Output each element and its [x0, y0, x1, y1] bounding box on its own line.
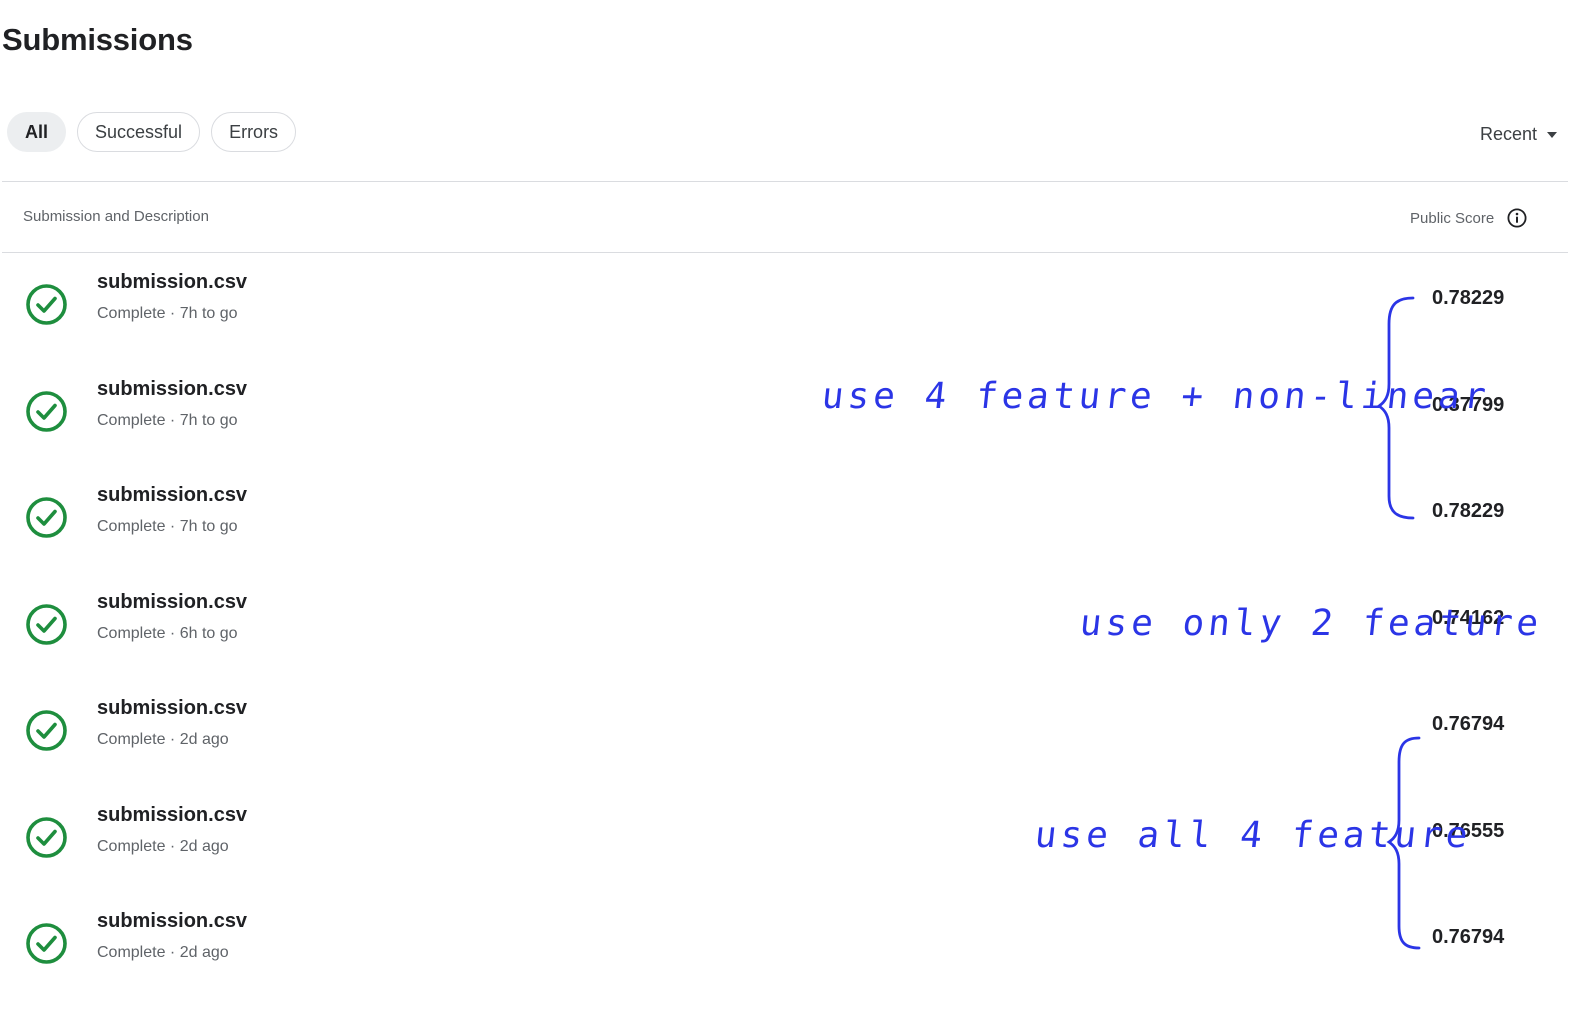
check-circle-icon [25, 390, 68, 433]
submission-file-name[interactable]: submission.csv [97, 484, 247, 507]
public-score: 0.78229 [1432, 287, 1505, 309]
check-circle-icon [25, 496, 68, 539]
info-icon[interactable] [1507, 208, 1527, 228]
public-score: 0.76794 [1432, 926, 1505, 948]
column-header-public-score-label: Public Score [1410, 209, 1495, 227]
page-title: Submissions [2, 22, 193, 57]
submission-file-name[interactable]: submission.csv [97, 378, 247, 401]
submission-row[interactable]: submission.csv Complete · 2d ago 0.76794 [0, 910, 1584, 1028]
filter-all-chip[interactable]: All [7, 112, 67, 152]
check-circle-icon [25, 283, 68, 326]
column-header-public-score: Public Score [1410, 208, 1527, 228]
submission-file-name[interactable]: submission.csv [97, 910, 247, 933]
public-score: 0.76794 [1432, 713, 1505, 735]
curly-brace-mark [1386, 736, 1421, 950]
filter-successful-chip[interactable]: Successful [77, 112, 201, 152]
submission-status: Complete · 6h to go [97, 624, 238, 642]
handwritten-annotation: use only 2 feature [1077, 603, 1545, 644]
submission-file-name[interactable]: submission.csv [97, 804, 247, 827]
divider [2, 181, 1568, 182]
submission-status: Complete · 7h to go [97, 518, 238, 535]
check-circle-icon [25, 922, 68, 965]
submission-status: Complete · 2d ago [97, 944, 229, 961]
filter-errors-chip[interactable]: Errors [211, 112, 297, 152]
sort-dropdown[interactable]: Recent [1480, 124, 1558, 145]
divider [2, 252, 1568, 253]
submission-status: Complete · 7h to go [97, 305, 238, 322]
filter-tabs: All Successful Errors [7, 112, 297, 152]
column-header-submission: Submission and Description [23, 208, 209, 225]
submission-row[interactable]: submission.csv Complete · 7h to go 0.78229 [0, 484, 1584, 602]
submission-row[interactable]: submission.csv Complete · 2d ago 0.76794 [0, 697, 1584, 815]
submission-file-name[interactable]: submission.csv [97, 591, 247, 614]
sort-label: Recent [1480, 124, 1538, 144]
submission-status: Complete · 2d ago [97, 837, 229, 855]
check-circle-icon [25, 709, 68, 752]
submission-status: Complete · 7h to go [97, 411, 238, 429]
check-circle-icon [25, 603, 68, 646]
submission-file-name[interactable]: submission.csv [97, 697, 247, 720]
public-score: 0.78229 [1432, 500, 1505, 522]
curly-brace-mark [1376, 296, 1415, 520]
submission-file-name[interactable]: submission.csv [97, 271, 247, 294]
check-circle-icon [25, 816, 68, 859]
chevron-down-icon [1547, 131, 1558, 138]
submission-status: Complete · 2d ago [97, 731, 229, 748]
submission-row[interactable]: submission.csv Complete · 7h to go 0.78229 [0, 271, 1584, 389]
